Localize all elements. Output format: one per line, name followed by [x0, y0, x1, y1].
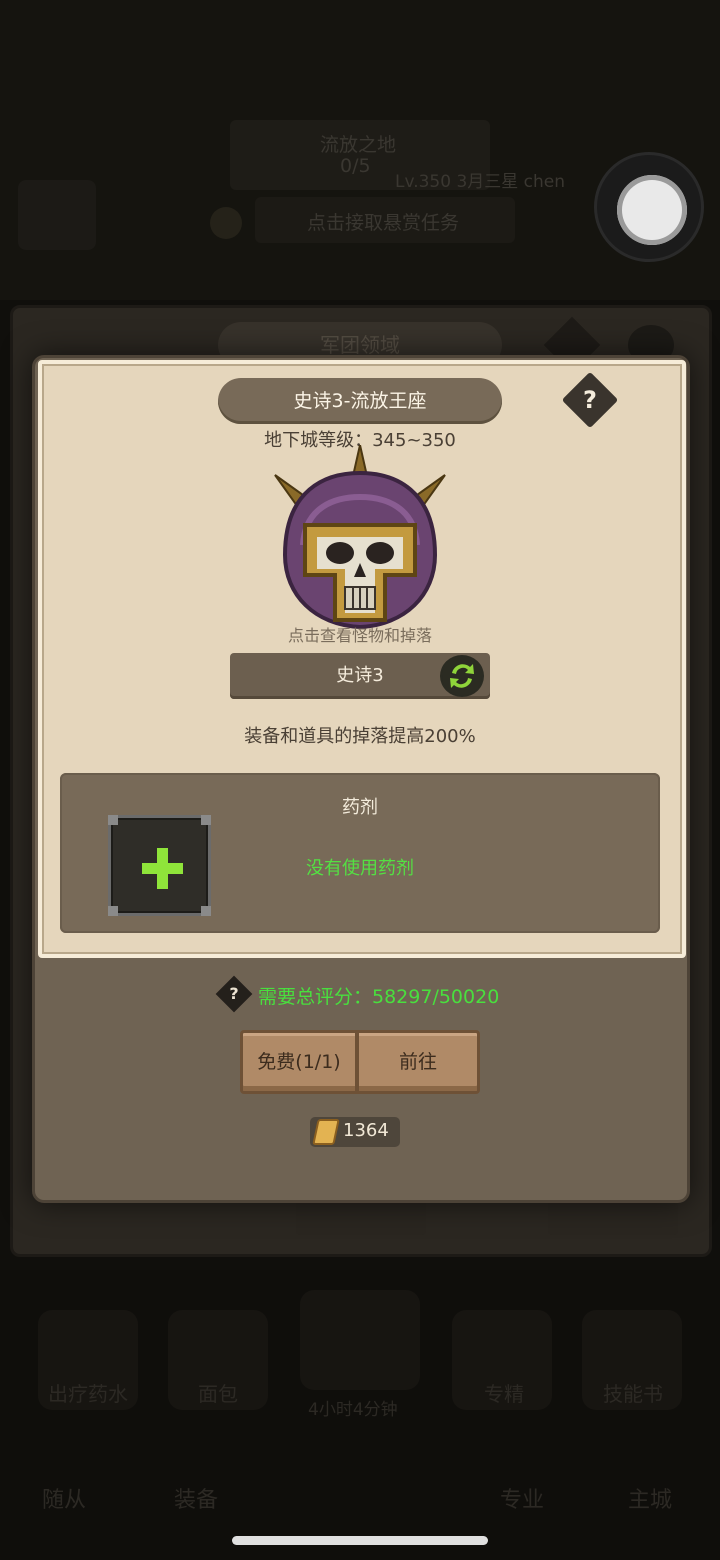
- bottom-label: 面包: [198, 1382, 238, 1406]
- slot-corner: [201, 906, 211, 916]
- zone-name: 流放之地: [320, 134, 397, 156]
- bottom-bar: 出疗药水 面包 4小时4分钟 专精 技能书 随从 装备 专业 主城: [0, 1270, 720, 1560]
- score-requirement: 需要总评分：58297/50020: [258, 986, 500, 1008]
- bottom-label: 技能书: [603, 1382, 663, 1406]
- dungeon-title: 史诗3-流放王座: [218, 378, 502, 424]
- nav-tab: 装备: [174, 1488, 219, 1513]
- home-indicator[interactable]: [232, 1536, 488, 1545]
- bottom-label: 4小时4分钟: [308, 1400, 398, 1420]
- currency-amount: 1364: [343, 1120, 389, 1141]
- bottom-label: 出疗药水: [48, 1382, 128, 1406]
- floating-assistive-button[interactable]: [594, 152, 704, 262]
- bottom-item: [300, 1290, 420, 1390]
- slot-corner: [108, 815, 118, 825]
- add-potion-button[interactable]: [108, 815, 211, 916]
- potion-title: 药剂: [342, 797, 378, 818]
- task-hint: 点击接取悬赏任务: [307, 212, 460, 234]
- score-help-symbol[interactable]: ?: [221, 981, 247, 1007]
- boss-skull-helmet-icon[interactable]: [265, 445, 455, 635]
- nav-tab: 随从: [42, 1488, 87, 1513]
- player-info: Lv.350 3月三星 chen: [395, 172, 566, 192]
- go-button[interactable]: 前往: [356, 1030, 480, 1094]
- bottom-label: 专精: [484, 1382, 524, 1406]
- potion-status: 没有使用药剂: [306, 858, 414, 879]
- task-icon: [210, 207, 242, 239]
- nav-tab: 主城: [628, 1488, 673, 1513]
- slot-corner: [108, 906, 118, 916]
- drop-bonus-text: 装备和道具的掉落提高200%: [244, 726, 476, 747]
- free-entry-button[interactable]: 免费(1/1): [240, 1030, 358, 1094]
- slot-corner: [201, 815, 211, 825]
- floating-button-knob: [617, 175, 687, 245]
- plus-icon-bar: [142, 863, 183, 874]
- zone-progress: 0/5: [340, 155, 371, 177]
- help-symbol[interactable]: ?: [570, 380, 610, 420]
- nav-tab: 专业: [500, 1488, 545, 1513]
- boss-hint-text[interactable]: 点击查看怪物和掉落: [200, 622, 520, 646]
- player-avatar: [18, 180, 96, 250]
- cycle-difficulty-icon[interactable]: [440, 655, 484, 697]
